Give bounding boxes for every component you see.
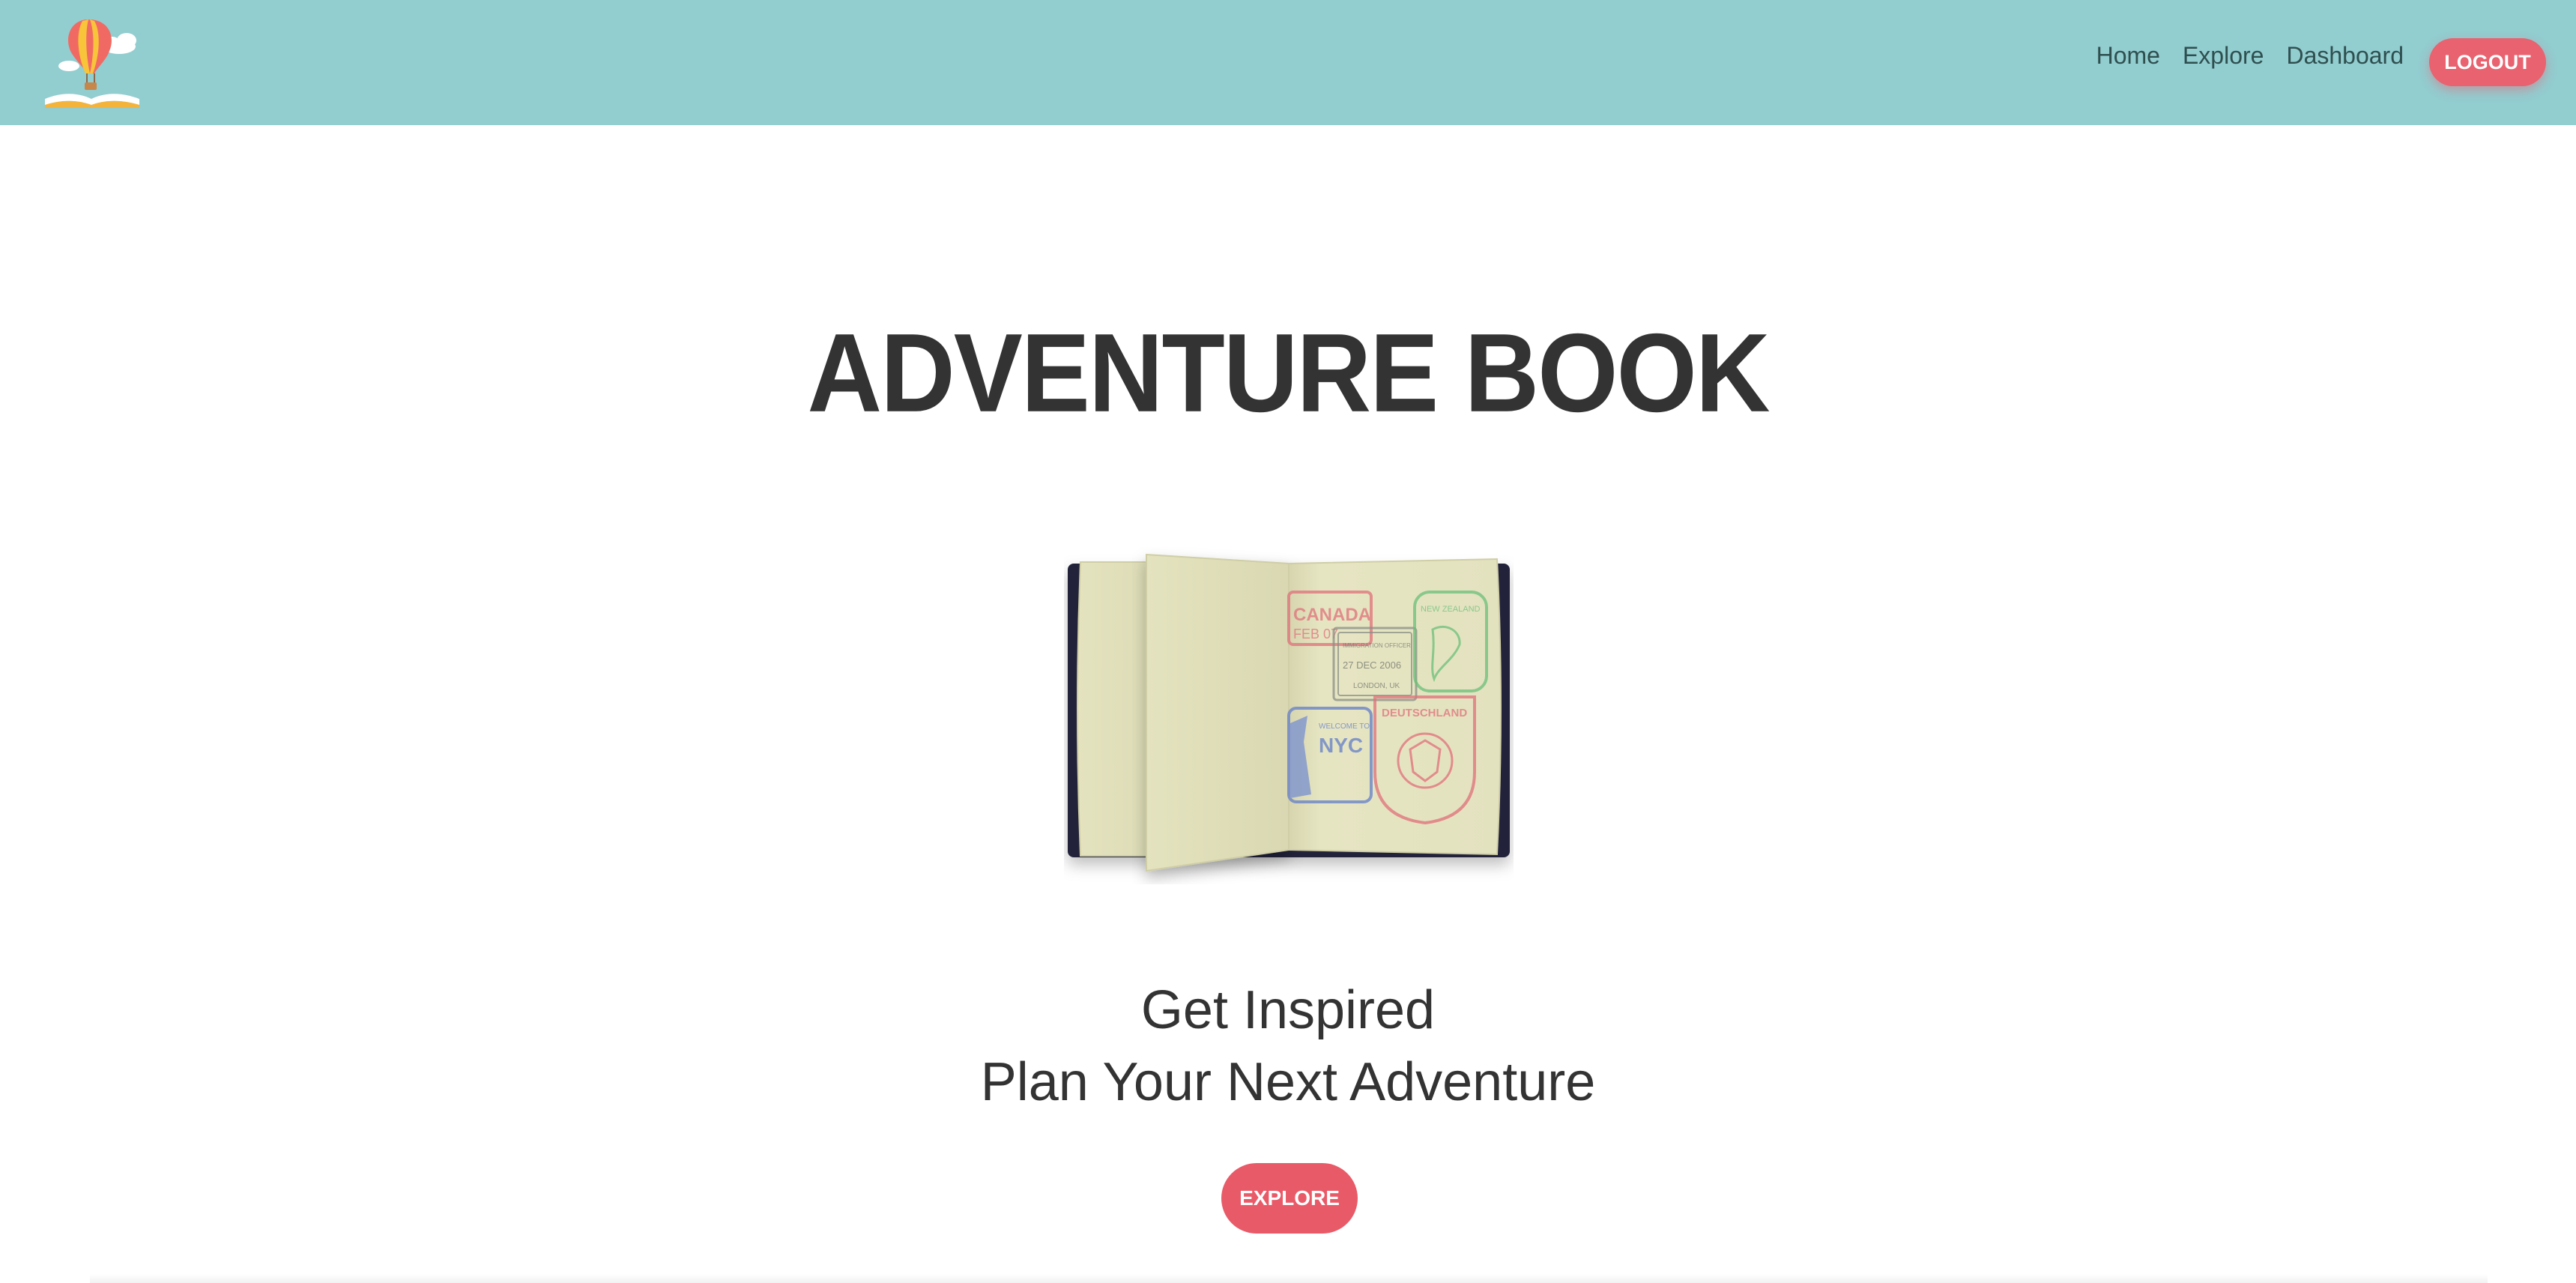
- svg-text:IMMIGRATION OFFICER: IMMIGRATION OFFICER: [1343, 642, 1411, 649]
- svg-text:WELCOME TO: WELCOME TO: [1319, 722, 1370, 731]
- open-passport-icon: CANADA FEB 07 IMMIGRATION OFFICER 27 DEC…: [1068, 553, 1510, 872]
- nav-links: Home Explore Dashboard LOGOUT: [2096, 37, 2546, 87]
- page-title: ADVENTURE BOOK: [807, 310, 1770, 436]
- svg-text:NEW ZEALAND: NEW ZEALAND: [1421, 605, 1481, 614]
- logout-button[interactable]: LOGOUT: [2429, 38, 2546, 86]
- svg-text:FEB 07: FEB 07: [1293, 627, 1338, 642]
- explore-button[interactable]: EXPLORE: [1221, 1163, 1358, 1234]
- navbar: Home Explore Dashboard LOGOUT: [0, 0, 2576, 125]
- hot-air-balloon-logo-icon[interactable]: [40, 15, 144, 109]
- svg-text:DEUTSCHLAND: DEUTSCHLAND: [1382, 707, 1467, 719]
- tagline-line-2: Plan Your Next Adventure: [980, 1052, 1596, 1112]
- tagline-line-1: Get Inspired: [1140, 980, 1436, 1040]
- bottom-divider: [90, 1274, 2488, 1283]
- svg-text:LONDON, UK: LONDON, UK: [1353, 682, 1400, 690]
- tagline: Get Inspired Plan Your Next Adventure: [0, 974, 2576, 1118]
- svg-text:CANADA: CANADA: [1293, 605, 1371, 625]
- svg-text:NYC: NYC: [1319, 734, 1363, 757]
- svg-text:27 DEC 2006: 27 DEC 2006: [1343, 659, 1401, 671]
- nav-home-link[interactable]: Home: [2096, 35, 2160, 76]
- nav-dashboard-link[interactable]: Dashboard: [2286, 35, 2404, 76]
- nav-explore-link[interactable]: Explore: [2183, 35, 2264, 76]
